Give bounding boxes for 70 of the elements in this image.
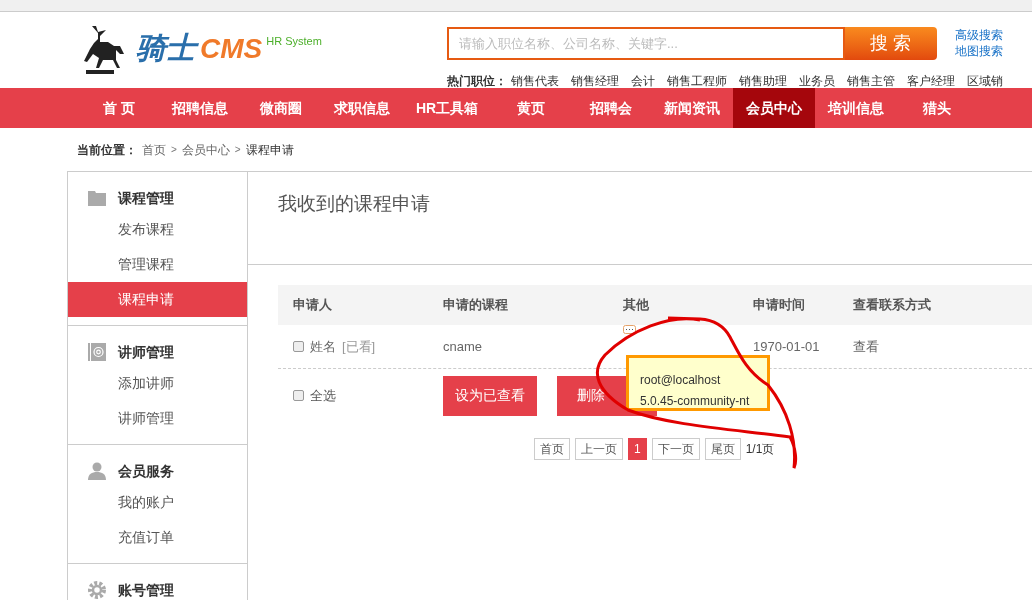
sidebar-item[interactable]: 课程申请 xyxy=(68,282,247,317)
table-cell: 1970-01-01 xyxy=(753,338,820,354)
nav-tab[interactable]: 微商圈 xyxy=(241,88,321,128)
breadcrumb-link[interactable]: 会员中心 xyxy=(181,140,230,159)
column-header: 申请时间 xyxy=(753,296,806,315)
hot-jobs-label: 热门职位： xyxy=(447,73,507,90)
search-link[interactable]: 地图搜索 xyxy=(955,43,1003,59)
person-icon xyxy=(88,462,106,480)
table-cell: cname xyxy=(443,338,483,354)
settings-icon xyxy=(88,581,106,599)
nav-tab[interactable]: 猎头 xyxy=(897,88,978,128)
page-link[interactable]: 尾页 xyxy=(704,438,741,460)
sidebar-item[interactable]: 充值订单 xyxy=(68,520,247,555)
tagline: HR System xyxy=(266,34,322,49)
column-header: 其他 xyxy=(623,296,650,315)
status-label: [已看] xyxy=(342,337,376,356)
page-link[interactable]: 下一页 xyxy=(651,438,700,460)
hot-job-link[interactable]: 业务员 xyxy=(799,72,835,90)
folder-icon xyxy=(88,190,106,206)
column-header: 查看联系方式 xyxy=(853,296,932,315)
address-bar[interactable] xyxy=(0,0,1032,12)
sidebar-heading: 会员服务 xyxy=(118,461,174,481)
search-field[interactable]: 请输入职位名称、公司名称、关键字... xyxy=(447,27,845,60)
select-all-label: 全选 xyxy=(310,386,336,405)
breadcrumb-label: 当前位置： xyxy=(77,141,137,159)
page-link[interactable]: 1 xyxy=(628,438,647,460)
breadcrumb-link[interactable]: 首页 xyxy=(142,140,166,159)
hot-job-link[interactable]: 会计 xyxy=(631,72,655,90)
view-link[interactable]: 查看 xyxy=(853,338,879,354)
checkbox[interactable] xyxy=(293,390,304,401)
sidebar-item[interactable]: 管理课程 xyxy=(68,247,247,282)
sidebar-heading: 账号管理 xyxy=(118,580,174,600)
sidebar-item[interactable]: 发布课程 xyxy=(68,212,247,247)
page-count: 1/1页 xyxy=(745,441,775,458)
action-button[interactable]: 设为已查看 xyxy=(443,375,537,416)
nav-tab[interactable]: 招聘信息 xyxy=(159,88,241,128)
column-header: 申请人 xyxy=(292,296,333,315)
nav-tab[interactable]: 招聘会 xyxy=(571,88,652,128)
column-header: 申请的课程 xyxy=(443,296,509,315)
nav-tab[interactable]: 黄页 xyxy=(491,88,572,128)
hot-job-link[interactable]: 销售代表 xyxy=(511,72,559,90)
hot-job-link[interactable]: 销售工程师 xyxy=(667,72,727,90)
hot-job-link[interactable]: 区域销 xyxy=(967,72,1003,90)
nav-tab[interactable]: 求职信息 xyxy=(321,88,403,128)
nav-tab[interactable]: 培训信息 xyxy=(815,88,898,128)
sidebar-item[interactable]: 添加讲师 xyxy=(68,366,247,401)
search-link[interactable]: 高级搜索 xyxy=(955,27,1003,43)
hot-job-link[interactable]: 销售助理 xyxy=(739,72,787,90)
contact-card-icon xyxy=(88,343,106,361)
nav-tab[interactable]: 新闻资讯 xyxy=(651,88,734,128)
sidebar-item[interactable]: 讲师管理 xyxy=(68,401,247,436)
hot-job-link[interactable]: 销售主管 xyxy=(847,72,895,90)
breadcrumb-separator: > xyxy=(234,143,241,157)
applicant-name: 姓名 xyxy=(310,337,336,356)
logo-text: CMS xyxy=(200,35,263,63)
nav-tab[interactable]: 会员中心 xyxy=(733,88,816,128)
nav-tab[interactable]: 首 页 xyxy=(79,88,159,128)
page-link[interactable]: 首页 xyxy=(534,438,570,460)
breadcrumb-separator: > xyxy=(171,143,177,157)
page-title: 我收到的课程申请 xyxy=(248,172,1032,265)
page-link[interactable]: 上一页 xyxy=(575,438,623,460)
tooltip: root@localhost 5.0.45-community-nt xyxy=(626,355,770,411)
sidebar-item[interactable]: 我的账户 xyxy=(68,485,247,520)
sidebar-heading: 课程管理 xyxy=(118,188,174,208)
hot-job-link[interactable]: 销售经理 xyxy=(571,72,619,90)
nav-tab[interactable]: HR工具箱 xyxy=(403,88,492,128)
checkbox[interactable] xyxy=(293,341,304,352)
hot-job-link[interactable]: 客户经理 xyxy=(907,72,955,90)
breadcrumb-link[interactable]: 课程申请 xyxy=(245,140,294,159)
sidebar-heading: 讲师管理 xyxy=(118,342,174,362)
